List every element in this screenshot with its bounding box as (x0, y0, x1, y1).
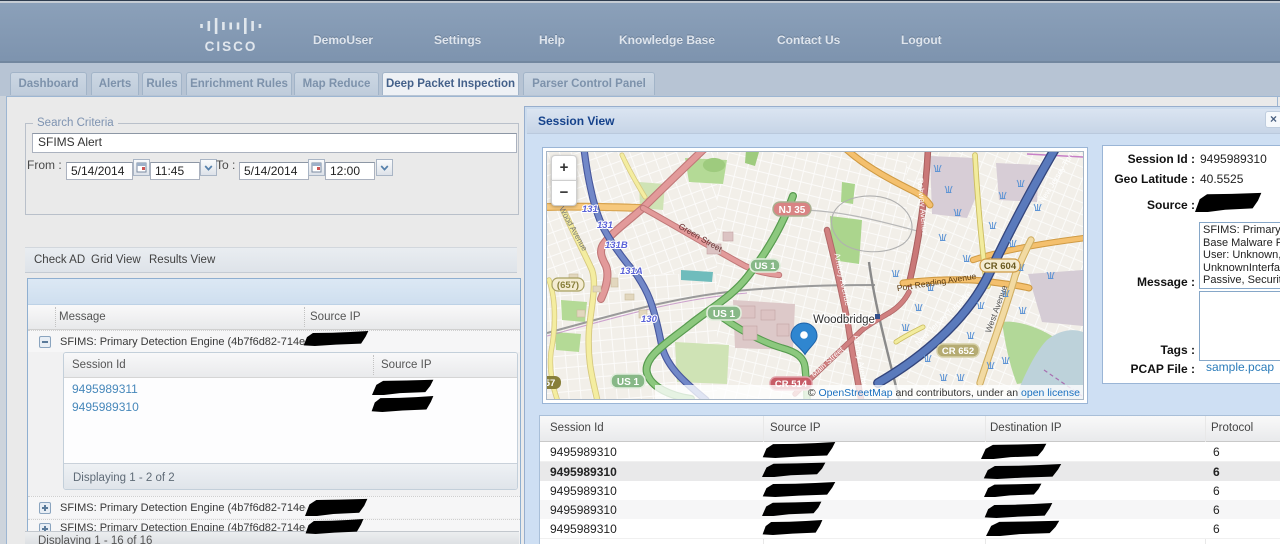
svg-text:130: 130 (641, 314, 658, 325)
svg-text:NJ 35: NJ 35 (779, 205, 806, 216)
svg-text:© OpenStreetMap and contributo: © OpenStreetMap and contributors, under … (808, 387, 1080, 399)
svg-text:US 1: US 1 (617, 377, 640, 388)
svg-text:131: 131 (582, 204, 598, 215)
svg-text:CISCO: CISCO (205, 39, 258, 54)
svg-text:(657): (657) (557, 280, 579, 291)
svg-text:57: 57 (547, 378, 555, 389)
svg-text:131B: 131B (605, 240, 628, 251)
svg-text:US 1: US 1 (713, 309, 736, 320)
svg-text:US 1: US 1 (754, 261, 776, 272)
svg-text:131: 131 (597, 220, 613, 231)
svg-text:CR 604: CR 604 (984, 261, 1017, 272)
svg-text:131A: 131A (620, 266, 643, 277)
svg-text:Woodbridge: Woodbridge (813, 314, 875, 326)
svg-text:CR 652: CR 652 (942, 346, 974, 357)
